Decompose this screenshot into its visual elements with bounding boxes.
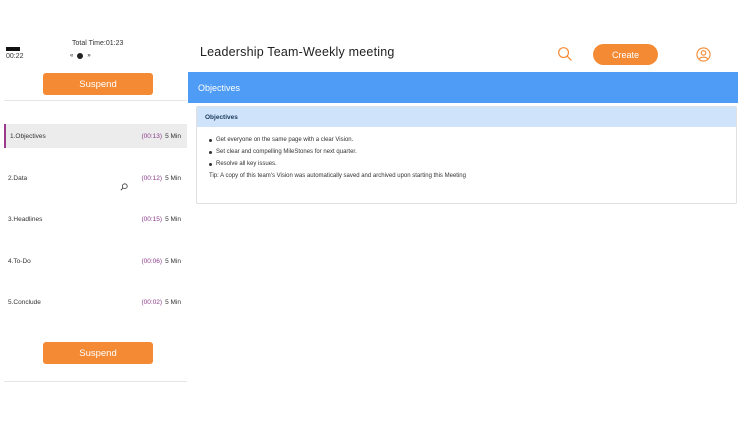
agenda-item-label: 5.Conclude (8, 298, 41, 306)
next-icon[interactable]: » (87, 53, 90, 59)
agenda-item-duration: 5 Min (165, 257, 181, 265)
agenda-item-time: (00:15) (141, 215, 163, 223)
section-header: Objectives (188, 72, 738, 103)
agenda-item-duration: 5 Min (165, 132, 181, 140)
agenda-item-conclude[interactable]: 5.Conclude (00:02) 5 Min (4, 290, 187, 314)
card-title: Objectives (197, 107, 736, 127)
agenda-item-duration: 5 Min (165, 215, 181, 223)
agenda-item-label: 1.Objectives (10, 132, 46, 140)
card-body: Get everyone on the same page with a cle… (197, 127, 736, 179)
prev-icon[interactable]: « (70, 53, 73, 59)
timer-elapsed: 00:22 (6, 53, 24, 60)
agenda-item-objectives[interactable]: 1.Objectives (00:13) 5 Min (4, 124, 187, 148)
agenda-item-time: (00:02) (141, 298, 163, 306)
total-time: Total Time:01:23 (72, 40, 124, 47)
agenda-item-data[interactable]: 2.Data (00:12) 5 Min (4, 166, 187, 190)
search-small-icon[interactable] (120, 183, 128, 191)
suspend-button-bottom[interactable]: Suspend (43, 342, 153, 364)
divider (4, 100, 187, 101)
agenda-item-label: 2.Data (8, 174, 28, 182)
list-item: Get everyone on the same page with a cle… (209, 137, 726, 143)
agenda-item-time: (00:06) (141, 257, 163, 265)
list-item: Resolve all key issues. (209, 161, 726, 167)
suspend-button-top[interactable]: Suspend (43, 73, 153, 95)
create-button[interactable]: Create (593, 44, 658, 65)
search-icon[interactable] (557, 46, 572, 61)
list-item: Set clear and compelling MileStones for … (209, 149, 726, 155)
objectives-list: Get everyone on the same page with a cle… (209, 137, 726, 167)
agenda-item-time: (00:12) (141, 174, 163, 182)
agenda-item-headlines[interactable]: 3.Headlines (00:15) 5 Min (4, 207, 187, 231)
play-icon[interactable] (77, 53, 84, 59)
agenda-item-label: 3.Headlines (8, 215, 43, 223)
agenda-item-duration: 5 Min (165, 174, 181, 182)
page-title: Leadership Team-Weekly meeting (200, 45, 395, 59)
divider (4, 381, 187, 382)
agenda-item-label: 4.To-Do (8, 257, 31, 265)
timer-controls: « » (70, 53, 91, 59)
timer-progress-bar (6, 47, 20, 51)
user-icon[interactable] (696, 47, 711, 62)
agenda-sidebar: 00:22 Total Time:01:23 « » Suspend 1.Obj… (0, 0, 187, 400)
agenda-item-time: (00:13) (141, 132, 163, 140)
agenda-item-duration: 5 Min (165, 298, 181, 306)
tip-text: Tip: A copy of this team's Vision was au… (209, 173, 466, 179)
objectives-card: Objectives Get everyone on the same page… (196, 106, 737, 204)
agenda-item-todo[interactable]: 4.To-Do (00:06) 5 Min (4, 249, 187, 273)
